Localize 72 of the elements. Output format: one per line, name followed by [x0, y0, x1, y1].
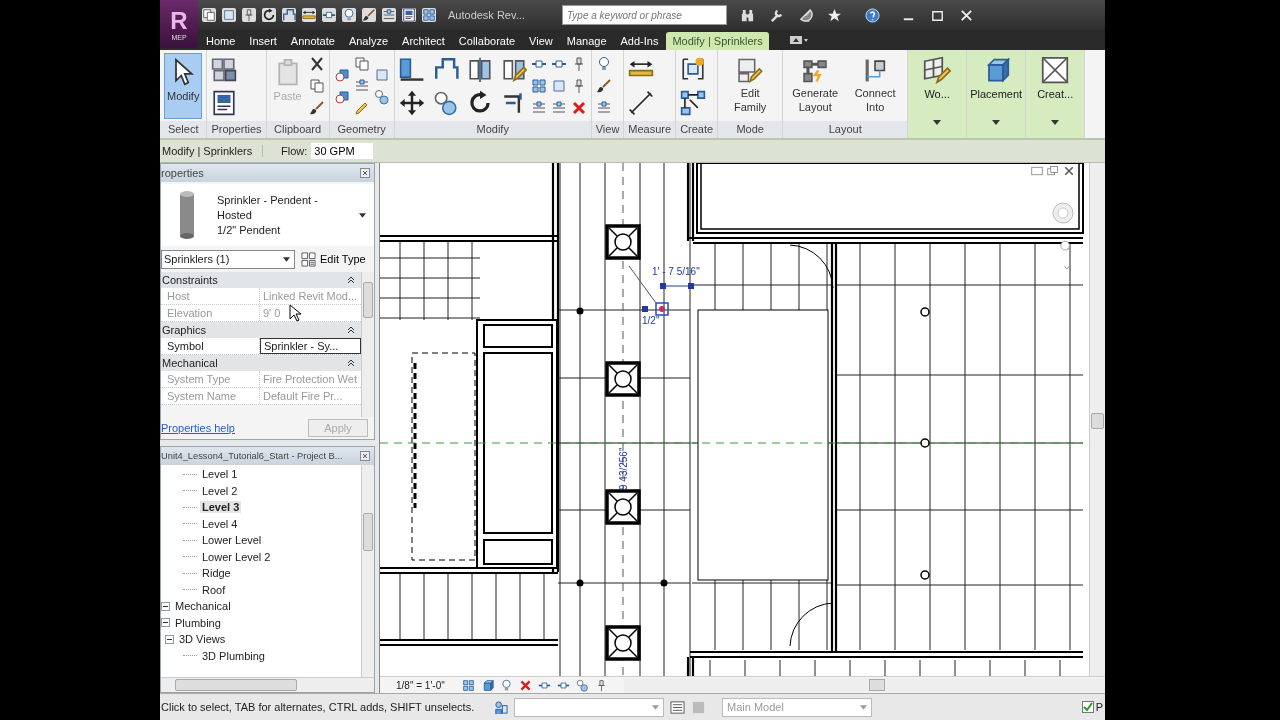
property-value: Linked Revit Mod... [262, 289, 358, 304]
property-field[interactable]: Sprinkler - Sy... [260, 338, 361, 354]
tree-item[interactable]: Mechanical [173, 600, 233, 613]
palette-title: roperties [161, 167, 204, 179]
ribbon-tab[interactable]: View [523, 32, 559, 50]
edit-type-button[interactable]: Edit Type [301, 251, 366, 267]
ribbon-tab[interactable]: Insert [243, 32, 283, 50]
context-label: Modify | Sprinklers [160, 145, 263, 157]
tree-item[interactable]: Level 3 [200, 501, 242, 514]
property-group-header[interactable]: Mechanical [161, 355, 361, 371]
property-name: Host [161, 288, 260, 304]
collapsed-panel[interactable]: Creat... [1026, 50, 1086, 138]
view-scale[interactable]: 1/8" = 1'-0" [396, 679, 456, 691]
flow-field[interactable]: 30 GPM [311, 143, 374, 159]
tree-item[interactable]: Level 2 [200, 484, 240, 497]
window-title: Autodesk Rev... [448, 9, 526, 21]
status-message: Click to select, TAB for alternates, CTRL adds, SHIFT unselects. [160, 701, 476, 713]
properties-help-link[interactable]: Properties help [161, 422, 235, 434]
property-group-header[interactable]: Constraints [161, 272, 361, 288]
panel-label: Modify [394, 121, 591, 138]
panel-label: Clipboard [266, 121, 329, 138]
ribbon-tab[interactable]: Modify | Sprinklers [666, 32, 769, 50]
palette-title: Unit4_Lesson4_Tutorial6_Start - Project B... [161, 451, 343, 461]
flow-label: Flow: [281, 145, 308, 157]
element-filter-dropdown[interactable]: Sprinklers (1) [161, 249, 295, 269]
property-name: Symbol [161, 338, 260, 354]
property-name: Elevation [161, 305, 260, 321]
ribbon-button[interactable]: Connect Into [847, 52, 904, 119]
property-value: Fire Protection Wet [262, 372, 357, 387]
panel-label: Create [676, 121, 718, 138]
panel-label: View [591, 121, 624, 138]
panel-label: Measure [624, 121, 676, 138]
tree-item[interactable]: 3D Views [177, 633, 228, 646]
property-group-header[interactable]: Graphics [161, 322, 361, 338]
panel-label: Geometry [329, 121, 394, 138]
panel-label: Creat... [1037, 88, 1074, 100]
collapsed-panel[interactable]: Wo... [908, 50, 968, 138]
ribbon-tab[interactable]: Add-Ins [614, 32, 665, 50]
tree-item[interactable]: Ridge [200, 567, 233, 580]
panel-label: Properties [207, 121, 266, 138]
dimension-label[interactable]: 1' - 7 5/16" [652, 266, 700, 277]
property-value: 9' 0 [262, 306, 281, 321]
panel-label: Select [160, 121, 207, 138]
tree-item[interactable]: Plumbing [173, 616, 223, 629]
tree-item[interactable]: Lower Level 2 [200, 550, 273, 563]
property-value: Default Fire Pr... [262, 389, 343, 404]
tree-item[interactable]: Lower Level [200, 534, 264, 547]
panel-label: Mode [718, 121, 783, 138]
property-name: System Name [161, 388, 260, 404]
panel-label: Wo... [924, 88, 950, 100]
panel-label: Layout [783, 121, 908, 138]
checkbox-label: P [1095, 701, 1103, 713]
dimension-label[interactable]: 9 43/256" [618, 447, 629, 490]
ribbon-button[interactable]: Generate Layout [787, 52, 844, 119]
type-selector[interactable]: Sprinkler - Pendent - Hosted 1/2" Pendent [161, 184, 374, 246]
property-name: System Type [161, 371, 260, 387]
tree-item[interactable]: Roof [200, 583, 228, 596]
tree-item[interactable]: Level 4 [200, 517, 240, 530]
tree-item[interactable]: 3D Plumbing [200, 649, 267, 662]
ribbon-button[interactable]: Edit Family [722, 52, 779, 119]
ribbon-tab[interactable]: Analyze [342, 32, 395, 50]
dimension-label[interactable]: 1/2" [642, 315, 660, 326]
collapsed-panel[interactable]: Placement [967, 50, 1027, 138]
ribbon-tab[interactable]: Manage [560, 32, 613, 50]
ribbon-tab[interactable]: Collaborate [452, 32, 522, 50]
ribbon-tab[interactable]: Annotate [284, 32, 341, 50]
tree-item[interactable]: Level 1 [200, 468, 240, 481]
ribbon-tab[interactable]: Home [200, 32, 242, 50]
search-field[interactable]: Type a keyword or phrase [562, 5, 727, 25]
panel-label: Placement [970, 88, 1023, 100]
ribbon-button[interactable]: Modify [164, 52, 203, 119]
ribbon-tab[interactable]: Architect [396, 32, 451, 50]
